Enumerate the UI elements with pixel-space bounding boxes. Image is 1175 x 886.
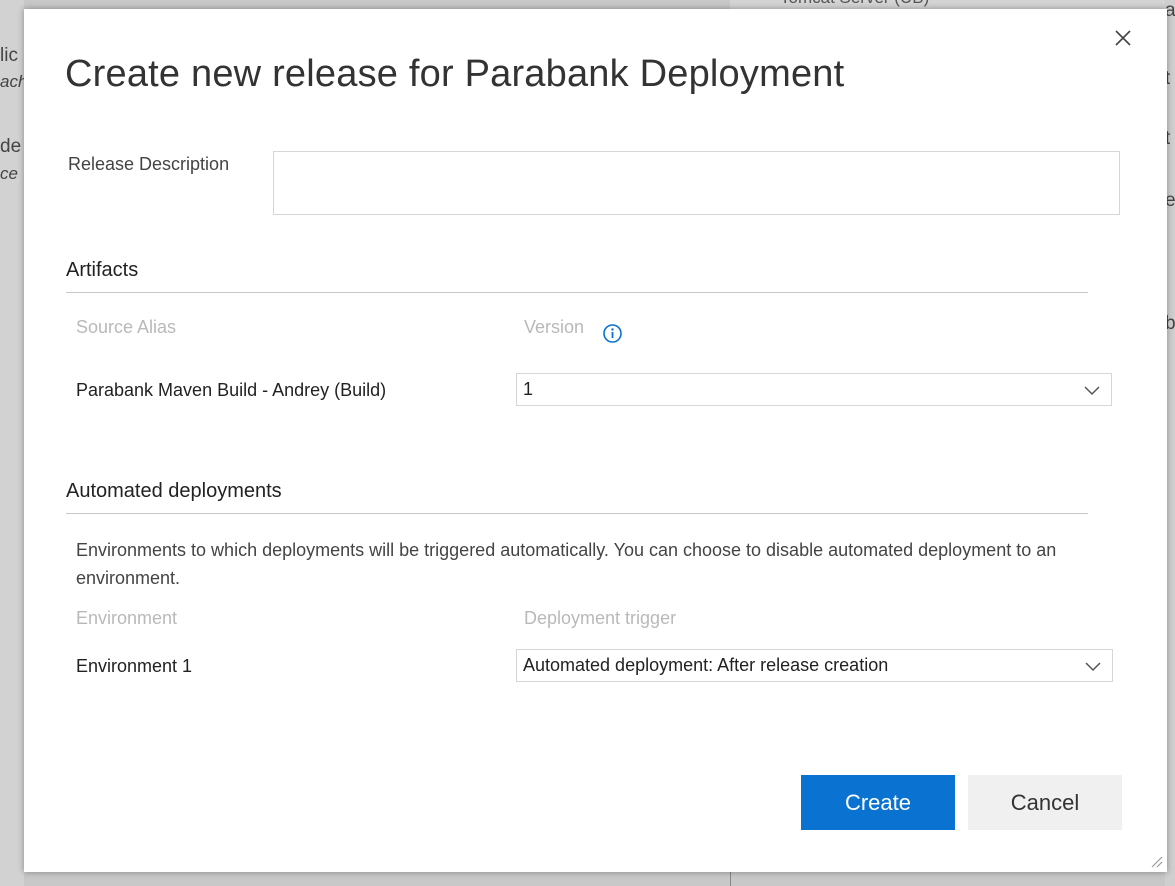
cancel-button[interactable]: Cancel bbox=[968, 775, 1122, 830]
release-description-input[interactable] bbox=[273, 151, 1120, 215]
artifacts-divider bbox=[66, 292, 1088, 293]
automated-deployments-heading: Automated deployments bbox=[66, 480, 282, 502]
dialog-title: Create new release for Parabank Deployme… bbox=[65, 53, 845, 95]
deployment-trigger-column-header: Deployment trigger bbox=[524, 608, 677, 628]
version-column-header: Version bbox=[524, 317, 585, 337]
background-divider bbox=[730, 870, 731, 886]
environment-name: Environment 1 bbox=[76, 656, 193, 676]
artifact-version-dropdown[interactable]: 1 bbox=[516, 373, 1112, 406]
background-top-strip: Tomcat Server (UB) bbox=[730, 0, 1170, 9]
artifacts-heading: Artifacts bbox=[66, 259, 139, 281]
release-description-label: Release Description bbox=[68, 154, 230, 174]
background-text: lic bbox=[0, 45, 18, 66]
resize-grip-icon[interactable] bbox=[1149, 854, 1163, 868]
deployment-trigger-value: Automated deployment: After release crea… bbox=[523, 655, 889, 675]
environment-column-header: Environment bbox=[76, 608, 178, 628]
background-text: Tomcat Server (UB) bbox=[780, 0, 929, 8]
source-alias-column-header: Source Alias bbox=[76, 317, 177, 337]
close-button[interactable] bbox=[1111, 26, 1135, 50]
create-button[interactable]: Create bbox=[801, 775, 955, 830]
version-info-button[interactable] bbox=[602, 323, 623, 344]
chevron-down-icon bbox=[1083, 382, 1101, 398]
automated-deployments-help-text: Environments to which deployments will b… bbox=[76, 540, 1057, 588]
artifact-source-alias: Parabank Maven Build - Andrey (Build) bbox=[76, 380, 387, 400]
automated-deployments-divider bbox=[66, 513, 1088, 514]
close-icon bbox=[1115, 30, 1131, 46]
chevron-down-icon bbox=[1084, 658, 1102, 674]
background-text: de bbox=[0, 136, 22, 157]
create-release-dialog: Create new release for Parabank Deployme… bbox=[24, 9, 1167, 872]
artifact-version-value: 1 bbox=[523, 379, 534, 399]
background-left-panel: lic ach de ce bbox=[0, 0, 27, 886]
background-text: ce bbox=[0, 164, 18, 183]
info-icon bbox=[603, 324, 622, 343]
deployment-trigger-dropdown[interactable]: Automated deployment: After release crea… bbox=[516, 649, 1113, 682]
